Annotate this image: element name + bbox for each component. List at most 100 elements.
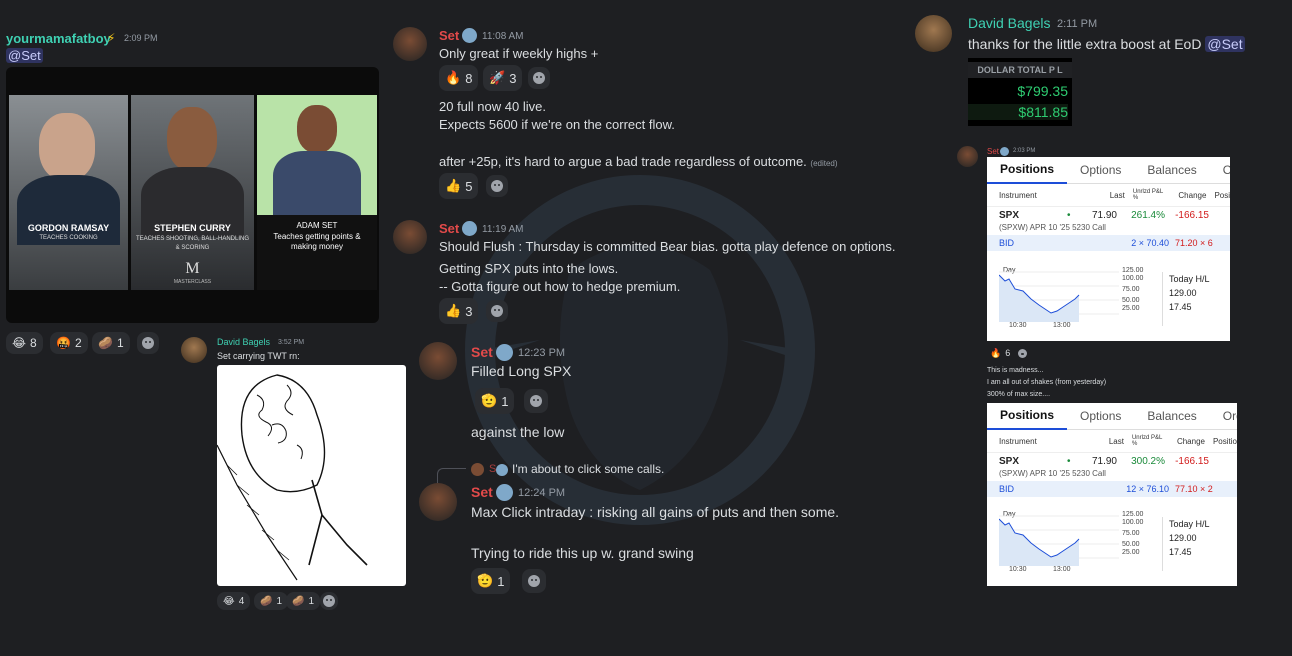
col-pnl[interactable]: Unrlzd P&L % xyxy=(1124,435,1167,447)
y-tick-label: 25.00 xyxy=(1122,549,1140,556)
reaction-count: 4 xyxy=(238,595,245,607)
reaction-rocket[interactable]: 🚀 3 xyxy=(483,65,523,91)
message-author[interactable]: Set xyxy=(439,221,459,236)
col-change[interactable]: Change xyxy=(1167,437,1205,446)
message-author[interactable]: Set xyxy=(439,28,459,43)
reaction-custom[interactable]: 🥔 1 xyxy=(254,592,289,610)
hl-low: 17.45 xyxy=(1169,302,1192,312)
message-text-content: thanks for the little extra boost at EoD xyxy=(968,36,1202,52)
custom-emoji-icon: 🥔 xyxy=(260,595,273,607)
message-author[interactable]: David Bagels xyxy=(217,337,270,347)
reaction-custom[interactable]: 🥔 1 xyxy=(286,592,321,610)
role-icon xyxy=(462,221,477,236)
message-text: thanks for the little extra boost at EoD… xyxy=(968,36,1245,52)
avatar[interactable] xyxy=(419,483,457,521)
col-pnl[interactable]: Unrlzd P&L % xyxy=(1125,189,1168,201)
reaction-fire[interactable]: 🔥 8 xyxy=(439,65,479,91)
col-last[interactable]: Last xyxy=(1096,191,1125,200)
smiley-icon xyxy=(1017,348,1027,358)
contract-description: (SPXW) APR 10 '25 5230 Call xyxy=(999,223,1106,232)
reaction-custom[interactable]: 🥔 1 xyxy=(92,332,130,354)
message-text: against the low xyxy=(471,424,565,440)
positions-panel[interactable]: Positions Options Balances Orders Instru… xyxy=(987,403,1237,586)
mention[interactable]: @Set xyxy=(1205,36,1245,52)
message-author[interactable]: David Bagels xyxy=(968,15,1051,31)
avatar[interactable] xyxy=(957,146,978,167)
bid-label: BID xyxy=(999,484,1015,494)
today-hl: Today H/L 129.00 17.45 xyxy=(1162,272,1230,326)
smiley-icon xyxy=(528,575,540,587)
add-reaction-button[interactable] xyxy=(528,67,550,89)
image-panel-ramsay: GORDON RAMSAY TEACHES COOKING xyxy=(9,95,128,290)
add-reaction-button[interactable] xyxy=(522,569,546,593)
reply-connector xyxy=(437,468,466,483)
reaction-salute[interactable]: 🫡 1 xyxy=(475,388,515,414)
pnl-image[interactable]: DOLLAR TOTAL P L $799.35 $811.85 xyxy=(968,58,1072,126)
sisyphus-sketch xyxy=(217,374,368,581)
col-instrument[interactable]: Instrument xyxy=(987,437,1095,446)
message-text: 300% of max size.... xyxy=(987,391,1051,398)
positions-panel[interactable]: Positions Options Balances Orde Instrume… xyxy=(987,157,1230,341)
message-author[interactable]: yourmamafatboy xyxy=(6,31,111,46)
tab-balances[interactable]: Balances xyxy=(1134,157,1209,183)
avatar[interactable] xyxy=(915,15,952,52)
mention[interactable]: @Set xyxy=(6,48,43,63)
col-last[interactable]: Last xyxy=(1095,437,1124,446)
status-dot-icon: • xyxy=(1067,455,1071,467)
add-reaction-button[interactable] xyxy=(137,332,159,354)
tab-options[interactable]: Options xyxy=(1067,403,1134,429)
tab-orders[interactable]: Orders xyxy=(1210,403,1237,429)
tab-positions[interactable]: Positions xyxy=(987,403,1068,430)
add-reaction-button[interactable] xyxy=(486,175,508,197)
reaction-laugh[interactable]: 😂 4 xyxy=(217,592,251,610)
message-text: This is madness... xyxy=(987,367,1044,374)
fire-emoji-icon: 🔥 xyxy=(990,347,1002,358)
masterclass-image[interactable]: GORDON RAMSAY TEACHES COOKING STEPHEN CU… xyxy=(6,67,379,323)
col-instrument[interactable]: Instrument xyxy=(987,191,1096,200)
add-reaction-button[interactable] xyxy=(1015,346,1029,360)
role-icon xyxy=(496,344,513,361)
sketch-image[interactable] xyxy=(217,365,406,586)
bid-row: BID 2 × 70.40 71.20 × 6 xyxy=(987,235,1230,251)
add-reaction-button[interactable] xyxy=(486,300,508,322)
reply-preview-text[interactable]: I'm about to click some calls. xyxy=(512,462,664,476)
message-text: I am all out of shakes (from yesterday) xyxy=(987,379,1107,386)
reaction-angry[interactable]: 🤬 2 xyxy=(50,332,88,354)
col-position[interactable]: Posi xyxy=(1206,191,1230,200)
avatar[interactable] xyxy=(393,220,427,254)
table-row[interactable]: SPX • 71.90 261.4% -166.15 xyxy=(987,207,1230,223)
tab-orders[interactable]: Orde xyxy=(1210,157,1230,183)
reaction-count: 3 xyxy=(465,303,473,319)
reaction-fire[interactable]: 🔥 6 xyxy=(987,345,1013,361)
thumbsup-emoji-icon: 👍 xyxy=(445,303,462,318)
tab-balances[interactable]: Balances xyxy=(1134,403,1209,429)
reaction-thumbsup[interactable]: 👍 5 xyxy=(439,173,479,199)
message-author[interactable]: Set xyxy=(987,147,999,156)
reaction-salute[interactable]: 🫡 1 xyxy=(471,568,511,594)
fire-emoji-icon: 🔥 xyxy=(445,70,462,85)
message-author[interactable]: Set xyxy=(471,344,493,360)
avatar[interactable] xyxy=(181,337,207,363)
message-author[interactable]: Set xyxy=(471,484,493,500)
add-reaction-button[interactable] xyxy=(524,389,548,413)
custom-emoji-icon: 🥔 xyxy=(292,595,305,607)
col-position[interactable]: Positio xyxy=(1205,437,1237,446)
last-price: 71.90 xyxy=(1091,209,1117,221)
reaction-thumbsup[interactable]: 👍 3 xyxy=(439,298,479,324)
avatar[interactable] xyxy=(419,342,457,380)
tab-options[interactable]: Options xyxy=(1067,157,1134,183)
message-timestamp: 12:23 PM xyxy=(518,347,566,359)
person-body xyxy=(273,151,361,221)
bid-value: 2 × 70.40 xyxy=(1131,238,1169,248)
masterclass-logo-text: MASTERCLASS xyxy=(173,279,212,285)
avatar[interactable] xyxy=(393,27,427,61)
table-row[interactable]: SPX • 71.90 300.2% -166.15 xyxy=(987,453,1237,469)
y-tick-label: 125.00 xyxy=(1122,267,1144,274)
message-text-content: after +25p, it's hard to argue a bad tra… xyxy=(439,154,807,169)
reaction-count: 1 xyxy=(116,336,124,350)
message-text: after +25p, it's hard to argue a bad tra… xyxy=(439,154,838,169)
col-change[interactable]: Change xyxy=(1168,191,1206,200)
tab-positions[interactable]: Positions xyxy=(987,157,1068,184)
reaction-laugh[interactable]: 😂 8 xyxy=(6,332,43,354)
add-reaction-button[interactable] xyxy=(320,592,338,610)
